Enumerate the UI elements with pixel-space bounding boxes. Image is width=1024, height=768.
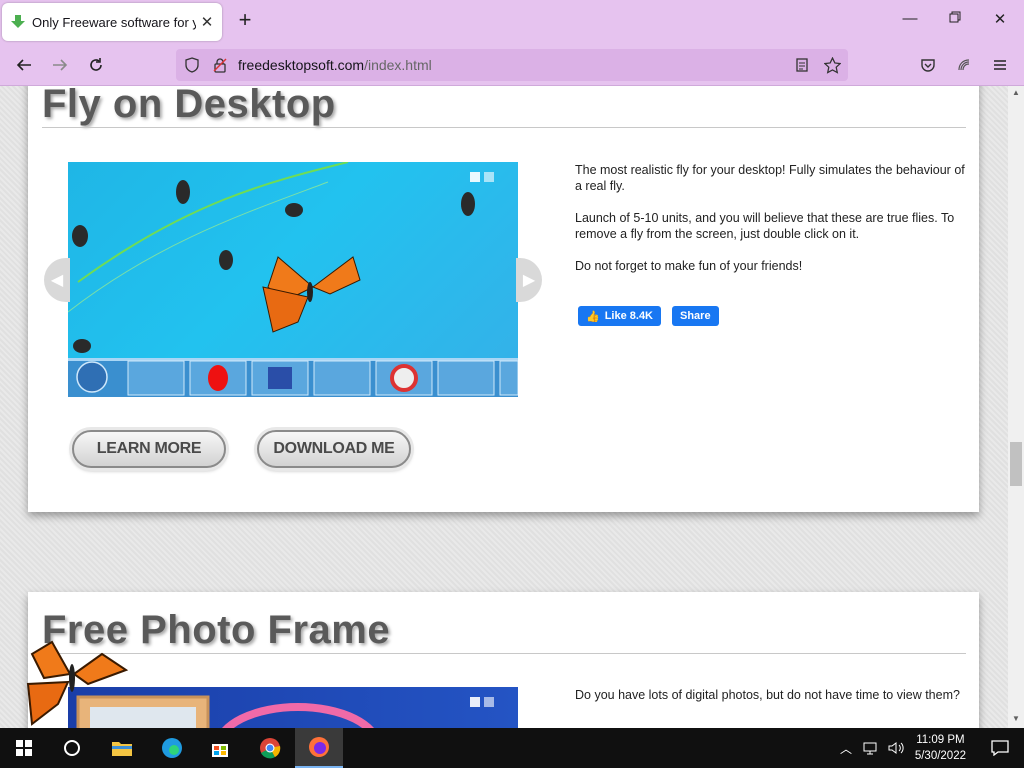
slider-dots — [470, 697, 494, 707]
product-card-photo-frame: Free Photo Frame Do you have lots of dig… — [28, 592, 979, 728]
pocket-icon — [921, 59, 935, 72]
close-window-button[interactable]: ✕ — [990, 10, 1010, 32]
store-button[interactable] — [196, 728, 244, 768]
hamburger-menu-icon — [994, 60, 1006, 70]
restore-icon — [949, 11, 961, 23]
network-icon — [863, 742, 877, 755]
product-title: Fly on Desktop — [42, 86, 336, 126]
action-center-button[interactable] — [976, 728, 1024, 768]
star-icon — [823, 56, 841, 74]
reader-view-icon — [796, 58, 808, 72]
address-bar[interactable]: freedesktopsoft.com/index.html — [176, 49, 848, 81]
url-text: freedesktopsoft.com/index.html — [238, 57, 432, 73]
notification-icon — [991, 740, 1009, 756]
screenshot-slider[interactable] — [68, 687, 518, 728]
product-description: The most realistic fly for your desktop!… — [575, 162, 965, 290]
slider-dot[interactable] — [484, 172, 494, 182]
butterfly-decoration-image — [26, 640, 129, 726]
slider-prev-button[interactable]: ◀ — [44, 258, 70, 302]
chevron-left-icon: ◀ — [50, 272, 64, 289]
url-domain: freedesktopsoft.com — [238, 57, 365, 73]
chevron-up-icon: ︿ — [839, 741, 852, 756]
clock-date: 5/30/2022 — [914, 750, 966, 762]
scrollbar-thumb[interactable] — [1010, 442, 1022, 486]
description-paragraph: Launch of 5-10 units, and you will belie… — [575, 211, 955, 241]
store-bag-icon — [212, 744, 228, 757]
search-button[interactable] — [48, 728, 96, 768]
folder-icon — [112, 742, 132, 756]
slider-dot[interactable] — [470, 697, 480, 707]
edge-icon — [162, 738, 182, 758]
description-paragraph: Do not forget to make fun of your friend… — [575, 259, 803, 273]
chrome-icon — [260, 738, 281, 759]
file-explorer-button[interactable] — [98, 728, 146, 768]
scroll-up-icon[interactable]: ▲ — [1012, 88, 1020, 97]
shield-icon — [185, 57, 199, 73]
browser-tab[interactable]: Only Freeware software for your desktop … — [2, 3, 222, 41]
description-paragraph: Do you have lots of digital photos, but … — [575, 688, 960, 702]
thumbs-up-icon: 👍 — [586, 310, 600, 323]
slider-dot[interactable] — [484, 697, 494, 707]
menu-button[interactable] — [988, 53, 1012, 77]
back-arrow-icon — [16, 59, 31, 71]
learn-more-button[interactable]: LEARN MORE — [72, 430, 226, 468]
reload-button[interactable] — [84, 53, 108, 77]
start-button[interactable] — [0, 728, 48, 768]
firefox-button[interactable] — [295, 728, 343, 768]
slider-next-button[interactable]: ▶ — [516, 258, 542, 302]
photo-frame-screenshot-image — [76, 695, 375, 728]
volume-button[interactable] — [884, 728, 908, 768]
facebook-like-button[interactable]: 👍 Like 8.4K — [578, 306, 662, 326]
like-label: Like 8.4K — [604, 310, 654, 322]
extension-icon — [958, 59, 970, 71]
new-tab-button[interactable]: + — [233, 9, 257, 33]
lock-warning-icon[interactable] — [212, 57, 228, 73]
pocket-button[interactable] — [916, 53, 940, 77]
chrome-button[interactable] — [246, 728, 294, 768]
title-divider — [42, 653, 966, 654]
firefox-icon — [309, 737, 329, 757]
reader-view-button[interactable] — [790, 53, 814, 77]
speaker-icon — [888, 742, 904, 754]
download-button[interactable]: DOWNLOAD ME — [257, 430, 411, 468]
download-arrow-icon — [11, 15, 25, 28]
bookmark-button[interactable] — [820, 53, 844, 77]
back-button[interactable] — [12, 53, 36, 77]
windows-logo-icon — [16, 740, 32, 756]
page-scrollbar[interactable]: ▲ ▼ — [1008, 86, 1024, 728]
extensions-button[interactable] — [952, 53, 976, 77]
tab-title: Only Freeware software for your desktop — [32, 14, 196, 30]
desktop-screenshot-image — [68, 162, 518, 397]
chevron-right-icon: ▶ — [522, 272, 536, 289]
url-path: /index.html — [364, 57, 432, 73]
system-clock[interactable]: 11:09 PM 5/30/2022 — [915, 732, 966, 764]
title-divider — [42, 127, 966, 128]
slider-dots — [470, 172, 494, 182]
share-label: Share — [680, 310, 711, 322]
windows-taskbar: ︿ 11:09 PM 5/30/2022 — [0, 728, 1024, 768]
cortana-circle-icon — [64, 740, 80, 756]
facebook-share-button[interactable]: Share — [672, 306, 719, 326]
minimize-button[interactable]: — — [900, 10, 920, 32]
description-paragraph: The most realistic fly for your desktop!… — [575, 163, 965, 193]
navigation-toolbar: freedesktopsoft.com/index.html — [0, 44, 1024, 86]
product-card-fly: Fly on Desktop ◀ ▶ The most realistic fl… — [28, 86, 979, 512]
tab-strip: Only Freeware software for your desktop … — [0, 0, 1024, 44]
forward-button[interactable] — [48, 53, 72, 77]
edge-button[interactable] — [148, 728, 196, 768]
forward-arrow-icon — [53, 59, 68, 71]
network-button[interactable] — [858, 728, 884, 768]
tab-close-icon[interactable]: ✕ — [200, 13, 214, 31]
clock-time: 11:09 PM — [916, 734, 965, 746]
scroll-down-icon[interactable]: ▼ — [1012, 714, 1020, 723]
page-viewport: Fly on Desktop ◀ ▶ The most realistic fl… — [0, 86, 1008, 728]
restore-button[interactable] — [945, 10, 965, 32]
screenshot-slider[interactable] — [68, 162, 518, 397]
product-description: Do you have lots of digital photos, but … — [575, 687, 965, 719]
show-hidden-icons-button[interactable]: ︿ — [834, 728, 858, 768]
slider-dot[interactable] — [470, 172, 480, 182]
reload-icon — [90, 58, 102, 71]
